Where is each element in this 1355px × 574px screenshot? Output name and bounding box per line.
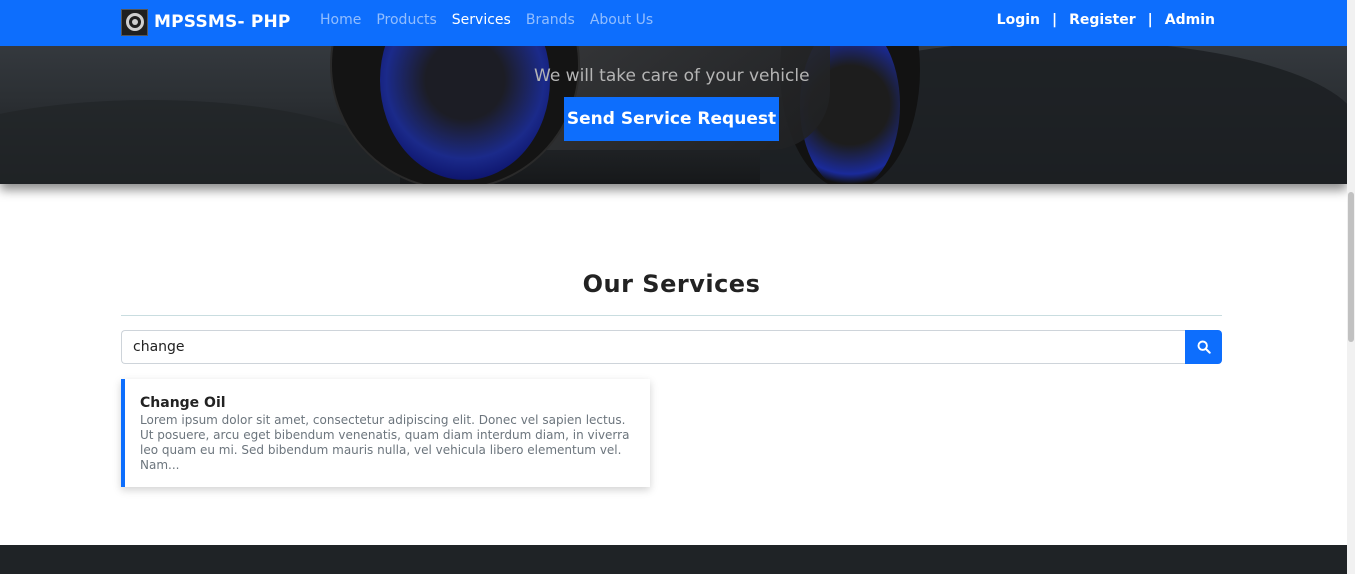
hero-subtitle: We will take care of your vehicle (534, 66, 810, 86)
register-link[interactable]: Register (1069, 12, 1136, 28)
service-description: Lorem ipsum dolor sit amet, consectetur … (140, 413, 630, 472)
search-icon (1197, 340, 1211, 354)
footer (0, 545, 1347, 574)
nav-link-about-us[interactable]: About Us (590, 12, 653, 28)
auth-links: Login | Register | Admin (997, 12, 1215, 28)
brand[interactable]: MPSSMS- PHP (121, 8, 291, 36)
nav-separator: | (1052, 12, 1058, 28)
scrollbar[interactable] (1347, 0, 1355, 574)
search-input[interactable] (121, 330, 1185, 364)
brand-name: MPSSMS- PHP (154, 12, 291, 32)
brand-logo-icon (121, 8, 148, 36)
admin-link[interactable]: Admin (1165, 12, 1215, 28)
scrollbar-thumb[interactable] (1348, 192, 1354, 342)
nav-link-home[interactable]: Home (320, 12, 361, 28)
section-title: Our Services (582, 270, 761, 298)
send-service-request-button[interactable]: Send Service Request (564, 97, 779, 141)
nav-link-products[interactable]: Products (376, 12, 436, 28)
nav-links: Home Products Services Brands About Us (320, 12, 668, 28)
nav-link-brands[interactable]: Brands (526, 12, 575, 28)
service-title: Change Oil (140, 395, 226, 411)
service-card[interactable]: Change Oil Lorem ipsum dolor sit amet, c… (121, 379, 650, 487)
nav-link-services[interactable]: Services (452, 12, 511, 28)
login-link[interactable]: Login (997, 12, 1040, 28)
title-divider (121, 315, 1222, 316)
navbar: MPSSMS- PHP Home Products Services Brand… (0, 0, 1347, 46)
nav-separator: | (1147, 12, 1153, 28)
search-bar (121, 330, 1222, 364)
search-button[interactable] (1185, 330, 1222, 364)
